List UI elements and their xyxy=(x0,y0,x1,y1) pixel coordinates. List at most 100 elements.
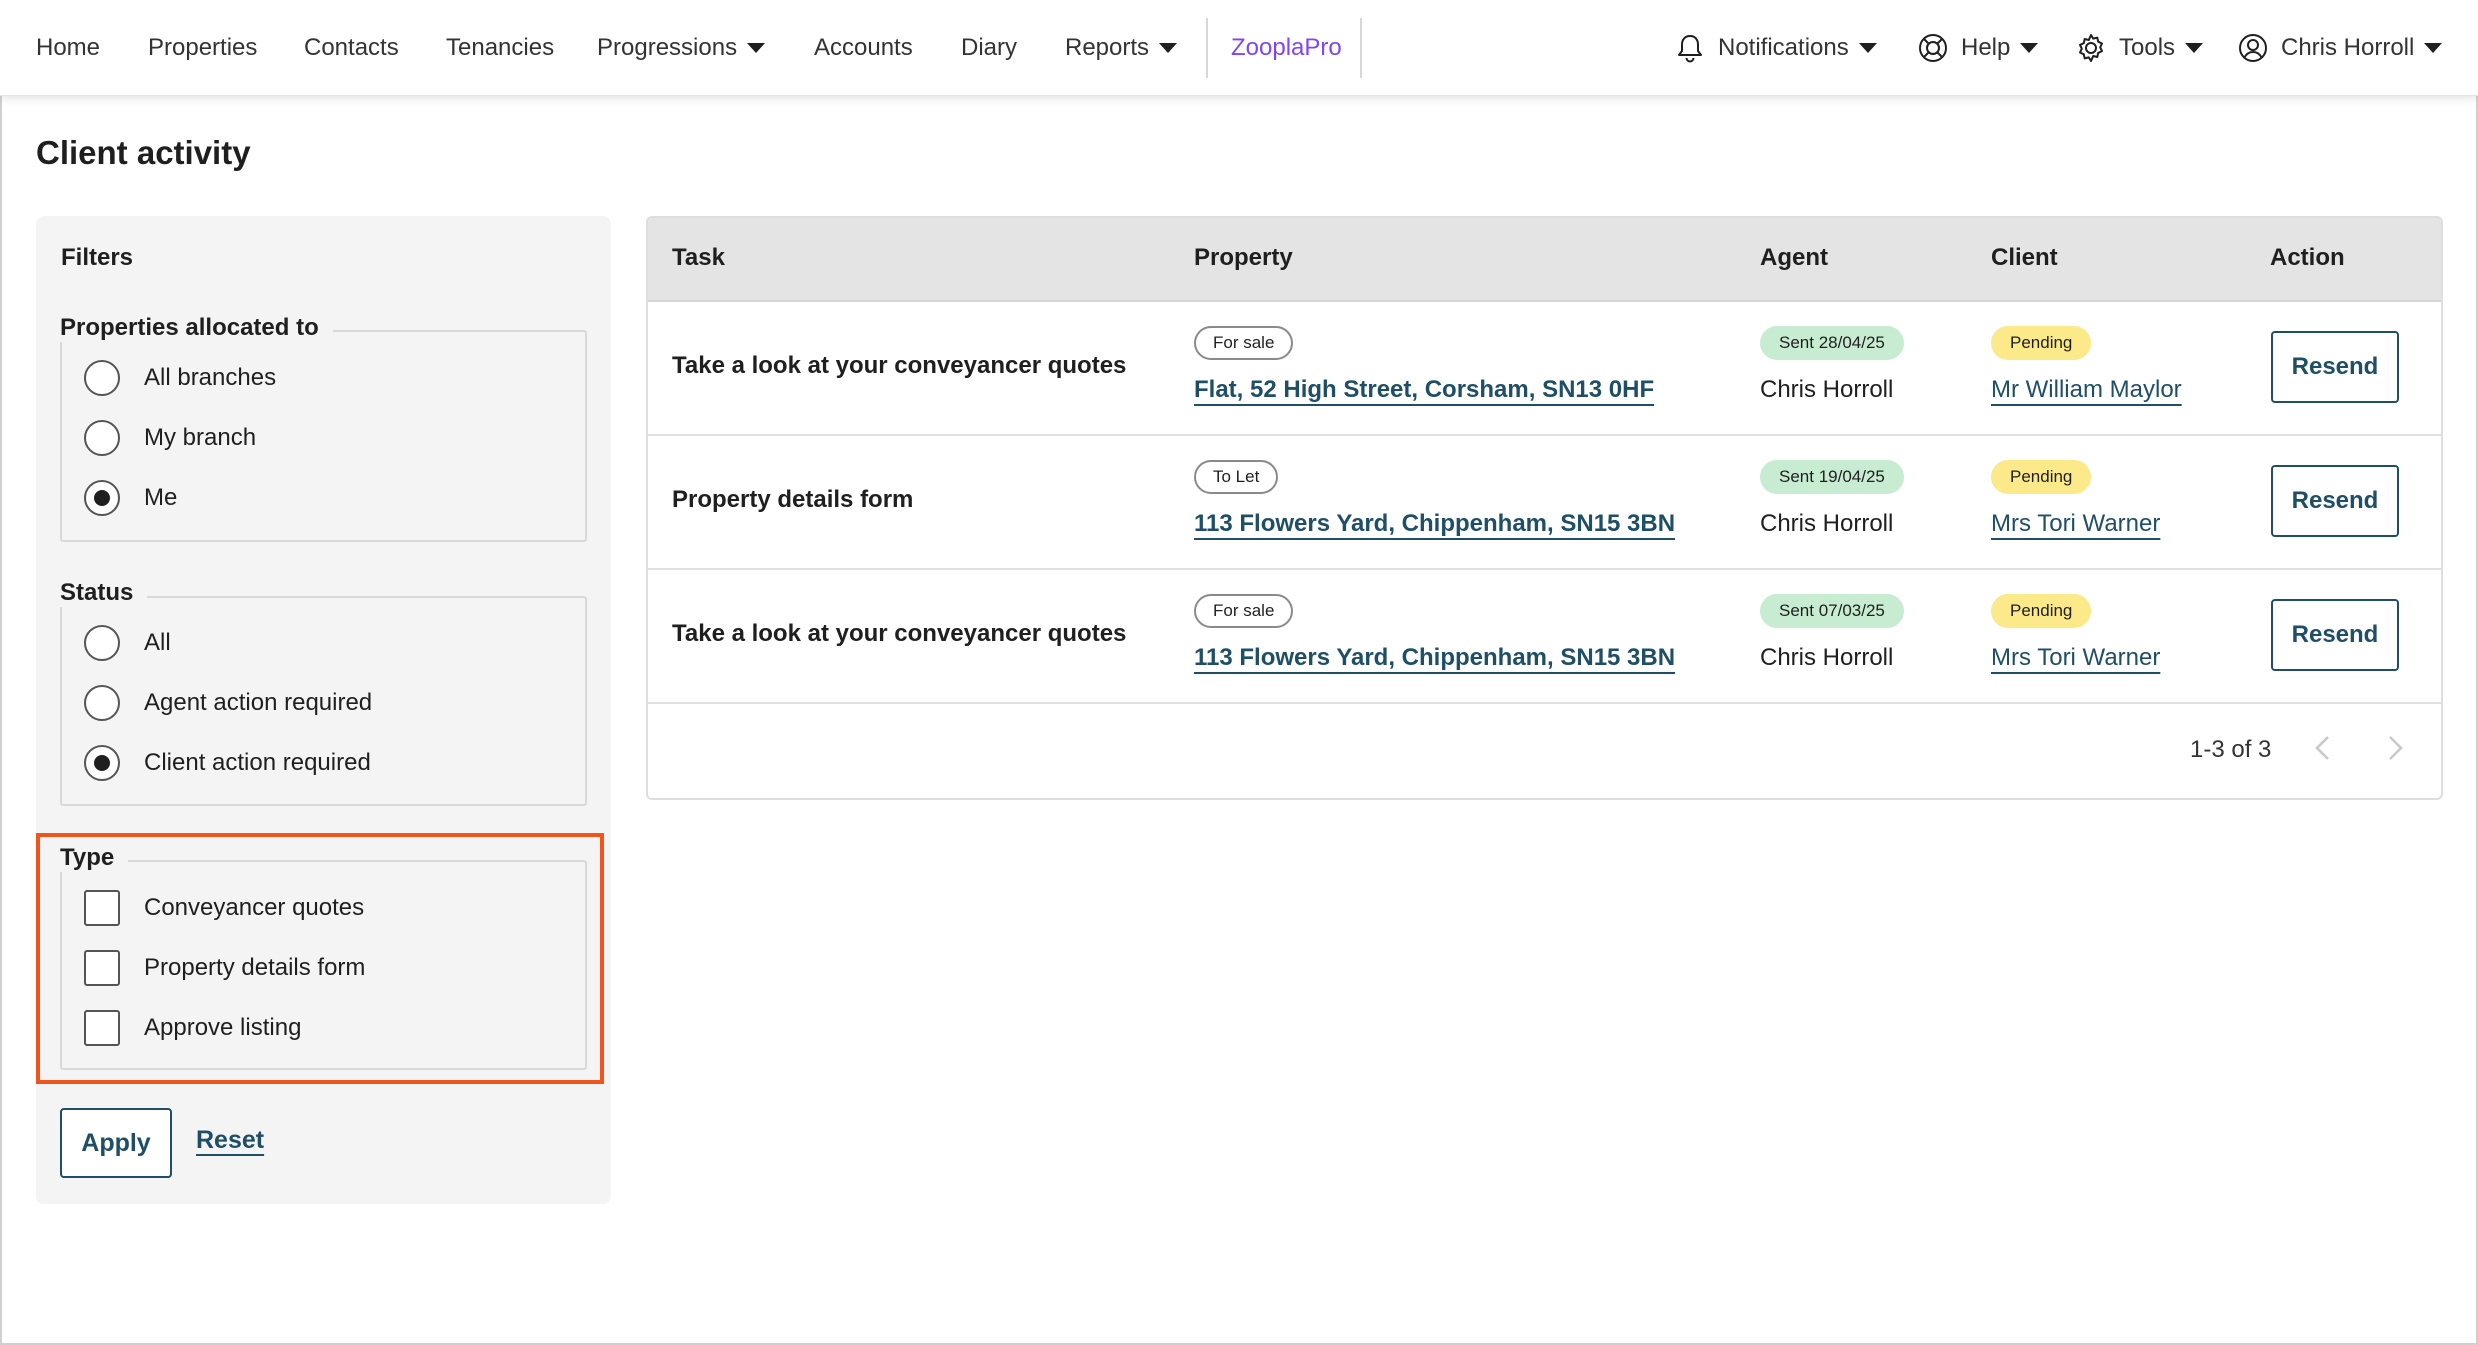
table-row: Property details form To Let 113 Flowers… xyxy=(648,436,2441,570)
property-link[interactable]: Flat, 52 High Street, Corsham, SN13 0HF xyxy=(1194,376,1654,404)
radio-button[interactable] xyxy=(84,685,120,721)
nav-divider xyxy=(1360,18,1362,78)
client-link[interactable]: Mrs Tori Warner xyxy=(1991,644,2160,672)
column-header-property: Property xyxy=(1194,244,1293,271)
listing-type-badge: For sale xyxy=(1194,326,1294,360)
nav-properties-label: Properties xyxy=(148,34,258,61)
checkbox-label: Approve listing xyxy=(144,1014,302,1041)
column-header-client: Client xyxy=(1991,244,2058,271)
lifebuoy-icon xyxy=(1917,32,1949,64)
nav-zooplapro-label: ZooplaPro xyxy=(1231,34,1342,61)
resend-button[interactable]: Resend xyxy=(2271,599,2399,671)
checkbox[interactable] xyxy=(84,950,120,986)
radio-agent-action[interactable]: Agent action required xyxy=(84,683,372,723)
listing-type-badge: For sale xyxy=(1194,594,1294,628)
task-name: Take a look at your conveyancer quotes xyxy=(672,620,1127,647)
radio-button[interactable] xyxy=(84,420,120,456)
task-name: Take a look at your conveyancer quotes xyxy=(672,352,1127,379)
column-header-agent: Agent xyxy=(1760,244,1828,271)
column-header-task: Task xyxy=(672,244,725,271)
reset-link[interactable]: Reset xyxy=(196,1126,264,1155)
nav-tenancies-label: Tenancies xyxy=(446,34,555,61)
nav-help-label: Help xyxy=(1961,34,2011,61)
nav-notifications[interactable]: Notifications xyxy=(1674,30,1877,66)
sent-date-badge: Sent 19/04/25 xyxy=(1760,460,1904,494)
nav-home-label: Home xyxy=(36,34,101,61)
nav-properties[interactable]: Properties xyxy=(148,30,257,66)
radio-button-selected[interactable] xyxy=(84,480,120,516)
nav-progressions-label: Progressions xyxy=(597,34,738,61)
checkbox-approve-listing[interactable]: Approve listing xyxy=(84,1008,301,1048)
resend-button[interactable]: Resend xyxy=(2271,331,2399,403)
agent-name: Chris Horroll xyxy=(1760,510,1894,537)
property-link[interactable]: 113 Flowers Yard, Chippenham, SN15 3BN xyxy=(1194,510,1675,538)
radio-label: My branch xyxy=(144,424,257,451)
apply-button[interactable]: Apply xyxy=(60,1108,172,1178)
nav-accounts-label: Accounts xyxy=(814,34,913,61)
checkbox-conveyancer-quotes[interactable]: Conveyancer quotes xyxy=(84,888,364,928)
radio-status-all[interactable]: All xyxy=(84,623,171,663)
radio-button[interactable] xyxy=(84,625,120,661)
table-row: Take a look at your conveyancer quotes F… xyxy=(648,570,2441,704)
nav-tenancies[interactable]: Tenancies xyxy=(446,30,554,66)
nav-progressions[interactable]: Progressions xyxy=(597,30,766,66)
radio-my-branch[interactable]: My branch xyxy=(84,418,256,458)
checkbox-label: Property details form xyxy=(144,954,366,981)
radio-button-selected[interactable] xyxy=(84,745,120,781)
chevron-down-icon xyxy=(1858,43,1877,53)
nav-contacts[interactable]: Contacts xyxy=(304,30,399,66)
radio-client-action[interactable]: Client action required xyxy=(84,743,371,783)
property-link[interactable]: 113 Flowers Yard, Chippenham, SN15 3BN xyxy=(1194,644,1675,672)
chevron-down-icon xyxy=(1159,43,1178,53)
chevron-left-icon[interactable] xyxy=(2308,732,2340,764)
client-link[interactable]: Mr William Maylor xyxy=(1991,376,2182,404)
status-badge: Pending xyxy=(1991,594,2092,628)
checkbox[interactable] xyxy=(84,1010,120,1046)
nav-reports[interactable]: Reports xyxy=(1065,30,1178,66)
status-badge: Pending xyxy=(1991,326,2092,360)
status-badge: Pending xyxy=(1991,460,2092,494)
bell-icon xyxy=(1674,32,1706,64)
nav-diary-label: Diary xyxy=(961,34,1018,61)
chevron-down-icon xyxy=(2424,43,2443,53)
client-activity-table: Task Property Agent Client Action Take a… xyxy=(646,216,2443,800)
radio-all-branches[interactable]: All branches xyxy=(84,358,276,398)
nav-tools-label: Tools xyxy=(2119,34,2176,61)
nav-home[interactable]: Home xyxy=(36,30,100,66)
sent-date-badge: Sent 28/04/25 xyxy=(1760,326,1904,360)
radio-label: All branches xyxy=(144,364,277,391)
nav-diary[interactable]: Diary xyxy=(961,30,1017,66)
user-avatar-icon xyxy=(2237,32,2269,64)
nav-help[interactable]: Help xyxy=(1917,30,2039,66)
radio-me[interactable]: Me xyxy=(84,478,177,518)
nav-zooplapro[interactable]: ZooplaPro xyxy=(1231,30,1342,66)
gear-icon xyxy=(2075,32,2107,64)
nav-contacts-label: Contacts xyxy=(304,34,399,61)
client-link[interactable]: Mrs Tori Warner xyxy=(1991,510,2160,538)
column-header-action: Action xyxy=(2270,244,2345,271)
radio-label: Me xyxy=(144,484,178,511)
radio-button[interactable] xyxy=(84,360,120,396)
task-name: Property details form xyxy=(672,486,914,513)
filters-panel: Filters Properties allocated to All bran… xyxy=(36,216,611,1204)
chevron-right-icon[interactable] xyxy=(2378,732,2410,764)
nav-accounts[interactable]: Accounts xyxy=(814,30,913,66)
nav-user-menu[interactable]: Chris Horroll xyxy=(2237,30,2443,66)
radio-label: Client action required xyxy=(144,749,371,776)
page-title: Client activity xyxy=(36,134,251,171)
type-legend: Type xyxy=(60,844,129,872)
radio-label: Agent action required xyxy=(144,689,373,716)
chevron-down-icon xyxy=(2185,43,2204,53)
nav-notifications-label: Notifications xyxy=(1718,34,1849,61)
chevron-down-icon xyxy=(747,43,766,53)
resend-button[interactable]: Resend xyxy=(2271,465,2399,537)
table-header: Task Property Agent Client Action xyxy=(648,218,2441,302)
checkbox[interactable] xyxy=(84,890,120,926)
radio-label: All xyxy=(144,629,171,656)
nav-tools[interactable]: Tools xyxy=(2075,30,2204,66)
nav-user-label: Chris Horroll xyxy=(2281,34,2415,61)
filters-title: Filters xyxy=(61,244,134,271)
allocated-legend: Properties allocated to xyxy=(60,314,333,342)
checkbox-property-details-form[interactable]: Property details form xyxy=(84,948,365,988)
sent-date-badge: Sent 07/03/25 xyxy=(1760,594,1904,628)
